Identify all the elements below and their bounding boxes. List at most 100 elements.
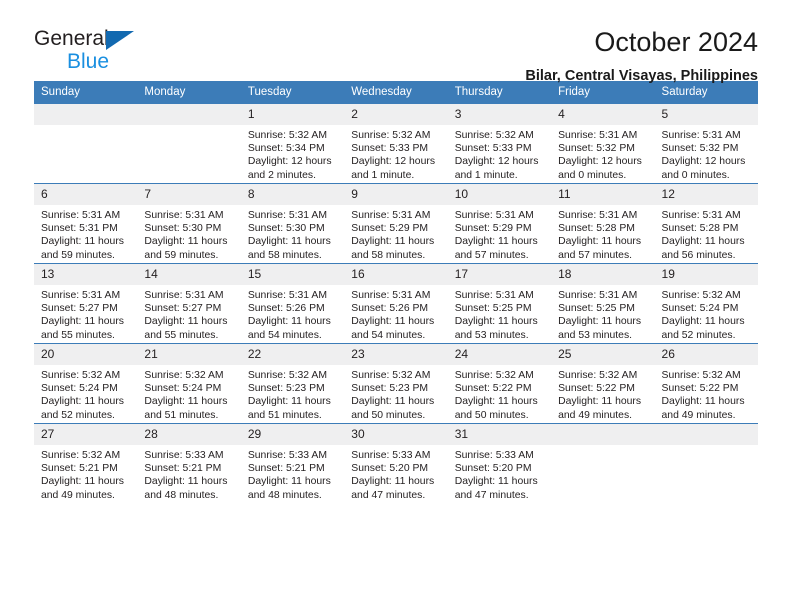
sunrise-text: Sunrise: 5:32 AM bbox=[247, 370, 327, 381]
sunrise-text: Sunrise: 5:31 AM bbox=[661, 210, 741, 221]
day-number: 1 bbox=[240, 104, 345, 125]
calendar-day-cell[interactable]: 2 Sunrise: 5:32 AM Sunset: 5:33 PM Daylight… bbox=[344, 103, 448, 184]
calendar-day-cell[interactable]: 23 Sunrise: 5:32 AM Sunset: 5:23 PM Dayligh… bbox=[344, 343, 448, 424]
sunset-text: Sunset: 5:27 PM bbox=[41, 303, 118, 315]
day-details: Sunrise: 5:32 AM Sunset: 5:24 PM Daylight:… bbox=[655, 285, 758, 342]
daylight-text: Daylight: 11 hours and 52 minutes. bbox=[661, 316, 745, 341]
calendar-day-cell[interactable]: 15 Sunrise: 5:31 AM Sunset: 5:26 PM Dayligh… bbox=[240, 263, 345, 344]
day-details: Sunrise: 5:31 AM Sunset: 5:29 PM Daylight:… bbox=[448, 205, 551, 262]
day-number: 8 bbox=[240, 184, 345, 205]
day-number: 2 bbox=[344, 104, 448, 125]
day-details: Sunrise: 5:32 AM Sunset: 5:33 PM Daylight:… bbox=[344, 125, 447, 182]
calendar-day-cell[interactable]: 6 Sunrise: 5:31 AM Sunset: 5:31 PM Daylight… bbox=[34, 183, 138, 264]
calendar-day-cell[interactable]: 21 Sunrise: 5:32 AM Sunset: 5:24 PM Dayligh… bbox=[137, 343, 241, 424]
sunrise-text: Sunrise: 5:32 AM bbox=[41, 450, 121, 461]
daylight-text: Daylight: 11 hours and 48 minutes. bbox=[247, 476, 331, 501]
day-number: 5 bbox=[654, 104, 758, 125]
sunrise-text: Sunrise: 5:33 AM bbox=[454, 450, 534, 461]
calendar-day-cell-empty bbox=[654, 423, 758, 503]
day-number bbox=[34, 104, 138, 125]
sunrise-text: Sunrise: 5:31 AM bbox=[454, 210, 534, 221]
calendar-day-cell[interactable]: 10 Sunrise: 5:31 AM Sunset: 5:29 PM Dayligh… bbox=[447, 183, 552, 264]
sunrise-text: Sunrise: 5:32 AM bbox=[144, 370, 224, 381]
sunset-text: Sunset: 5:33 PM bbox=[351, 143, 429, 155]
sunrise-text: Sunrise: 5:31 AM bbox=[558, 130, 638, 141]
daylight-text: Daylight: 11 hours and 55 minutes. bbox=[41, 316, 124, 341]
calendar-day-cell[interactable]: 5 Sunrise: 5:31 AM Sunset: 5:32 PM Daylight… bbox=[654, 103, 758, 184]
day-number: 18 bbox=[551, 264, 655, 285]
calendar-day-cell[interactable]: 12 Sunrise: 5:31 AM Sunset: 5:28 PM Dayligh… bbox=[654, 183, 758, 264]
sunrise-text: Sunrise: 5:32 AM bbox=[247, 130, 327, 141]
daylight-text: Daylight: 11 hours and 54 minutes. bbox=[351, 316, 435, 341]
day-details: Sunrise: 5:32 AM Sunset: 5:24 PM Daylight:… bbox=[137, 365, 240, 422]
weekday-header-sunday: Sunday bbox=[34, 81, 138, 104]
calendar-day-cell[interactable]: 27 Sunrise: 5:32 AM Sunset: 5:21 PM Dayligh… bbox=[34, 423, 138, 503]
daylight-text: Daylight: 12 hours and 0 minutes. bbox=[558, 156, 642, 181]
calendar-day-cell[interactable]: 18 Sunrise: 5:31 AM Sunset: 5:25 PM Dayligh… bbox=[551, 263, 655, 344]
daylight-text: Daylight: 11 hours and 50 minutes. bbox=[454, 396, 538, 421]
day-number: 14 bbox=[137, 264, 241, 285]
calendar-day-cell[interactable]: 25 Sunrise: 5:32 AM Sunset: 5:22 PM Dayligh… bbox=[551, 343, 655, 424]
daylight-text: Daylight: 11 hours and 49 minutes. bbox=[41, 476, 124, 501]
calendar-day-cell[interactable]: 17 Sunrise: 5:31 AM Sunset: 5:25 PM Dayligh… bbox=[447, 263, 552, 344]
daylight-text: Daylight: 11 hours and 47 minutes. bbox=[351, 476, 435, 501]
calendar-week-row: 13 Sunrise: 5:31 AM Sunset: 5:27 PM Dayligh… bbox=[34, 263, 758, 344]
calendar-day-cell[interactable]: 4 Sunrise: 5:31 AM Sunset: 5:32 PM Daylight… bbox=[551, 103, 655, 184]
day-details: Sunrise: 5:33 AM Sunset: 5:21 PM Daylight:… bbox=[137, 445, 240, 502]
day-number: 4 bbox=[551, 104, 655, 125]
day-number: 17 bbox=[447, 264, 552, 285]
daylight-text: Daylight: 11 hours and 52 minutes. bbox=[41, 396, 124, 421]
daylight-text: Daylight: 11 hours and 59 minutes. bbox=[41, 236, 124, 261]
daylight-text: Daylight: 12 hours and 2 minutes. bbox=[247, 156, 332, 181]
page-subtitle: Bilar, Central Visayas, Philippines bbox=[525, 68, 758, 84]
day-details: Sunrise: 5:33 AM Sunset: 5:21 PM Daylight:… bbox=[241, 445, 344, 502]
day-number: 24 bbox=[447, 344, 552, 365]
calendar-day-cell[interactable]: 26 Sunrise: 5:32 AM Sunset: 5:22 PM Dayligh… bbox=[654, 343, 758, 424]
daylight-text: Daylight: 12 hours and 1 minute. bbox=[454, 156, 539, 181]
sunrise-text: Sunrise: 5:31 AM bbox=[247, 290, 327, 301]
day-number: 22 bbox=[240, 344, 345, 365]
daylight-text: Daylight: 11 hours and 53 minutes. bbox=[558, 316, 642, 341]
day-number bbox=[654, 424, 758, 445]
calendar-day-cell[interactable]: 1 Sunrise: 5:32 AM Sunset: 5:34 PM Daylight… bbox=[240, 103, 345, 184]
day-details: Sunrise: 5:31 AM Sunset: 5:25 PM Daylight:… bbox=[448, 285, 551, 342]
calendar-day-cell[interactable]: 30 Sunrise: 5:33 AM Sunset: 5:20 PM Dayligh… bbox=[344, 423, 448, 503]
calendar-day-cell[interactable]: 8 Sunrise: 5:31 AM Sunset: 5:30 PM Daylight… bbox=[240, 183, 345, 264]
calendar-day-cell[interactable]: 29 Sunrise: 5:33 AM Sunset: 5:21 PM Dayligh… bbox=[240, 423, 345, 503]
day-number bbox=[551, 424, 655, 445]
weekday-header-monday: Monday bbox=[137, 81, 241, 104]
calendar-day-cell[interactable]: 20 Sunrise: 5:32 AM Sunset: 5:24 PM Dayligh… bbox=[34, 343, 138, 424]
sunrise-text: Sunrise: 5:31 AM bbox=[454, 290, 534, 301]
sunset-text: Sunset: 5:30 PM bbox=[144, 223, 222, 235]
calendar-day-cell[interactable]: 16 Sunrise: 5:31 AM Sunset: 5:26 PM Dayligh… bbox=[344, 263, 448, 344]
calendar-day-cell[interactable]: 7 Sunrise: 5:31 AM Sunset: 5:30 PM Daylight… bbox=[137, 183, 241, 264]
calendar-day-cell[interactable]: 31 Sunrise: 5:33 AM Sunset: 5:20 PM Dayligh… bbox=[447, 423, 552, 503]
logo-text-general: General bbox=[34, 27, 109, 50]
calendar-day-cell[interactable]: 11 Sunrise: 5:31 AM Sunset: 5:28 PM Dayligh… bbox=[551, 183, 655, 264]
calendar-day-cell[interactable]: 24 Sunrise: 5:32 AM Sunset: 5:22 PM Dayligh… bbox=[447, 343, 552, 424]
sunrise-text: Sunrise: 5:32 AM bbox=[558, 370, 638, 381]
daylight-text: Daylight: 11 hours and 55 minutes. bbox=[144, 316, 228, 341]
day-details: Sunrise: 5:32 AM Sunset: 5:34 PM Daylight:… bbox=[241, 125, 344, 182]
logo-triangle-icon bbox=[106, 31, 134, 50]
day-details: Sunrise: 5:31 AM Sunset: 5:27 PM Daylight:… bbox=[137, 285, 240, 342]
daylight-text: Daylight: 11 hours and 51 minutes. bbox=[247, 396, 331, 421]
daylight-text: Daylight: 12 hours and 1 minute. bbox=[351, 156, 436, 181]
daylight-text: Daylight: 12 hours and 0 minutes. bbox=[661, 156, 746, 181]
sunset-text: Sunset: 5:22 PM bbox=[661, 383, 739, 395]
day-details: Sunrise: 5:31 AM Sunset: 5:28 PM Daylight:… bbox=[655, 205, 758, 262]
day-details: Sunrise: 5:32 AM Sunset: 5:21 PM Daylight:… bbox=[34, 445, 137, 502]
calendar-day-cell[interactable]: 3 Sunrise: 5:32 AM Sunset: 5:33 PM Daylight… bbox=[447, 103, 552, 184]
sunset-text: Sunset: 5:20 PM bbox=[454, 463, 532, 475]
daylight-text: Daylight: 11 hours and 51 minutes. bbox=[144, 396, 228, 421]
sunrise-text: Sunrise: 5:32 AM bbox=[661, 290, 741, 301]
calendar-day-cell[interactable]: 13 Sunrise: 5:31 AM Sunset: 5:27 PM Dayligh… bbox=[34, 263, 138, 344]
calendar-day-cell[interactable]: 28 Sunrise: 5:33 AM Sunset: 5:21 PM Dayligh… bbox=[137, 423, 241, 503]
calendar-day-cell[interactable]: 9 Sunrise: 5:31 AM Sunset: 5:29 PM Daylight… bbox=[344, 183, 448, 264]
day-number: 7 bbox=[137, 184, 241, 205]
day-number: 3 bbox=[447, 104, 552, 125]
calendar-day-cell[interactable]: 22 Sunrise: 5:32 AM Sunset: 5:23 PM Dayligh… bbox=[240, 343, 345, 424]
sunset-text: Sunset: 5:22 PM bbox=[454, 383, 532, 395]
calendar-day-cell[interactable]: 19 Sunrise: 5:32 AM Sunset: 5:24 PM Dayligh… bbox=[654, 263, 758, 344]
calendar-day-cell[interactable]: 14 Sunrise: 5:31 AM Sunset: 5:27 PM Dayligh… bbox=[137, 263, 241, 344]
